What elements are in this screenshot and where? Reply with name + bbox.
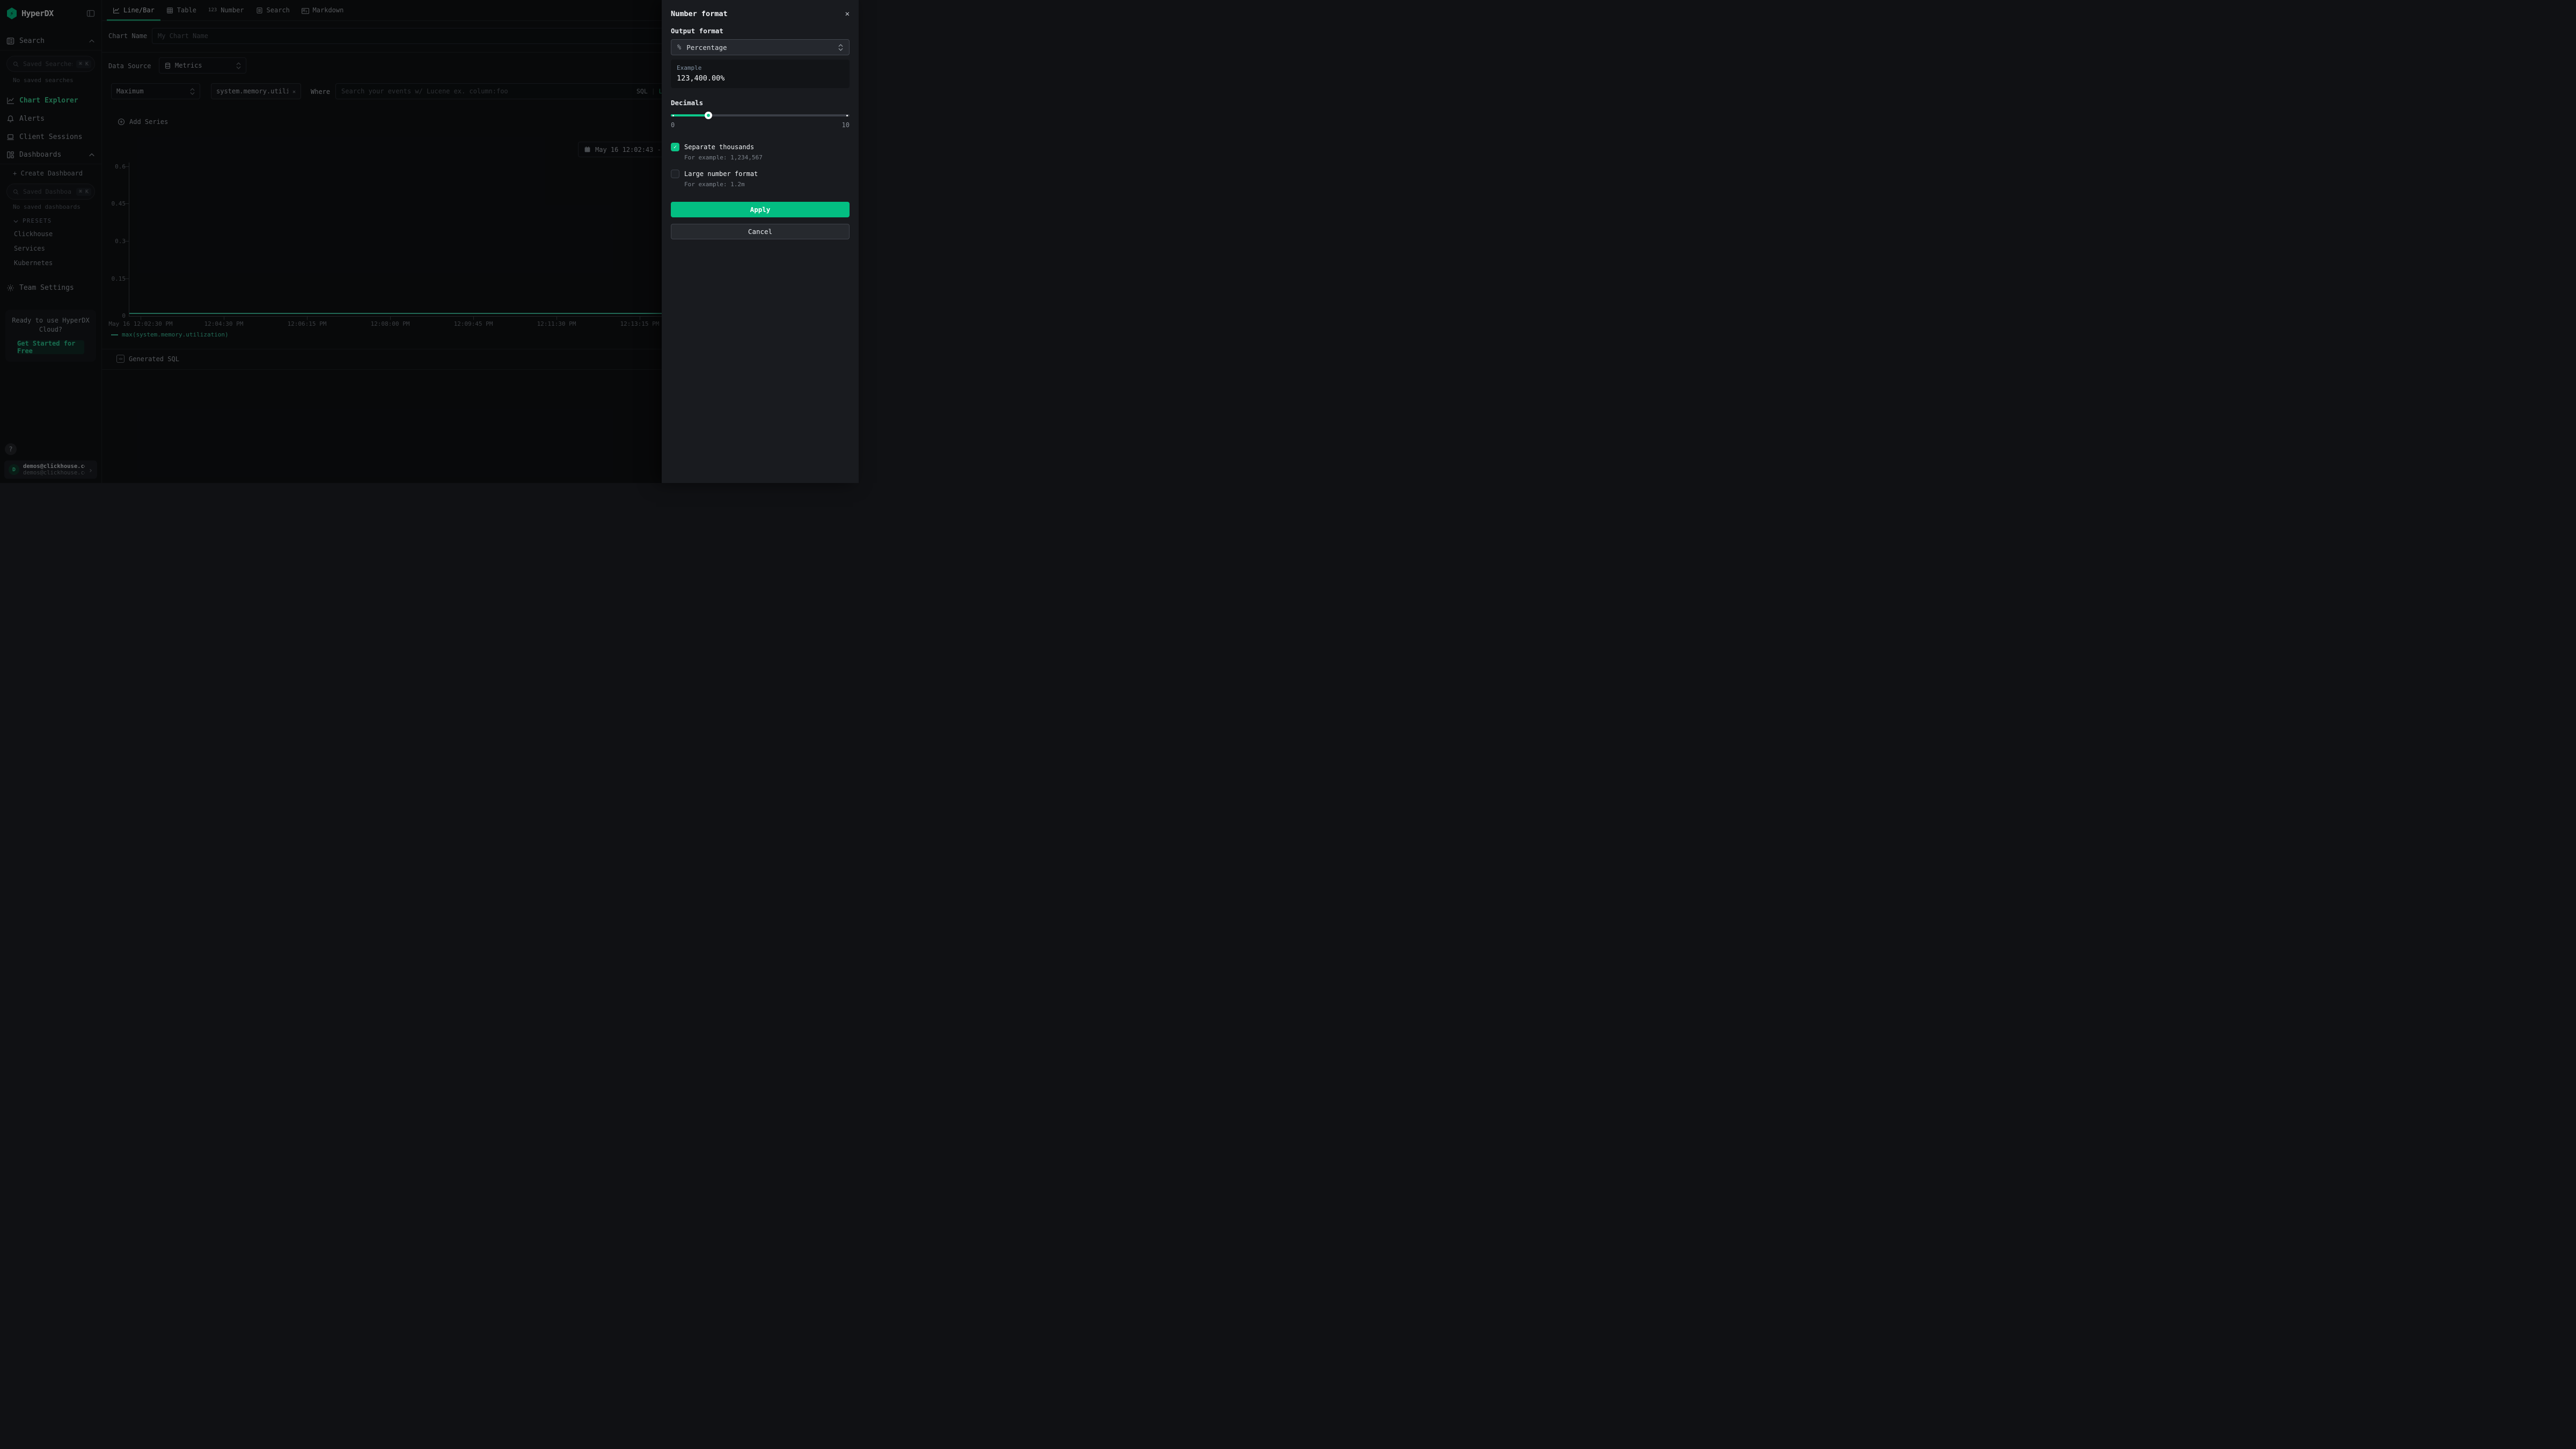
decimals-slider[interactable] [671,112,850,119]
slider-fill [671,114,708,116]
separate-thousands-label: Separate thousands [684,143,754,151]
slider-end-dot [846,115,848,116]
slider-thumb[interactable] [705,112,712,119]
example-label: Example [677,64,844,71]
output-format-label: Output format [671,27,850,35]
example-value: 123,400.00% [677,74,844,83]
panel-title: Number format [671,10,728,18]
example-card: Example 123,400.00% [671,60,850,88]
percent-icon: % [677,43,681,51]
close-icon[interactable]: ✕ [845,10,850,18]
apply-button[interactable]: Apply [671,202,850,217]
decimals-label: Decimals [671,99,850,107]
output-format-value: Percentage [686,43,727,52]
large-number-label: Large number format [684,170,758,178]
output-format-select[interactable]: % Percentage [671,39,850,55]
large-number-example: For example: 1.2m [684,181,850,188]
checkbox-unchecked[interactable] [671,170,679,178]
slider-start-dot [672,115,674,116]
cancel-button[interactable]: Cancel [671,224,850,239]
decimals-min: 0 [671,121,675,129]
decimals-max: 10 [842,121,850,129]
large-number-row[interactable]: Large number format [671,170,850,178]
separate-thousands-row[interactable]: Separate thousands [671,143,850,151]
checkbox-checked[interactable] [671,143,679,151]
separate-thousands-example: For example: 1,234,567 [684,154,850,161]
select-chevrons-icon [838,43,843,52]
number-format-panel: Number format ✕ Output format % Percenta… [662,0,859,483]
